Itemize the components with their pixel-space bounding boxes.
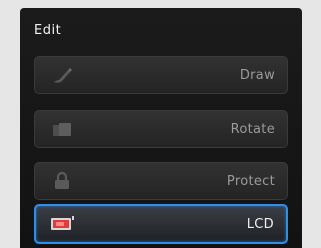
rotate-icon <box>49 118 75 140</box>
edit-menu-panel: Edit Draw Rotate Protect LCD <box>20 8 302 248</box>
draw-button[interactable]: Draw <box>34 56 288 94</box>
lcd-button[interactable]: LCD <box>34 204 288 244</box>
rotate-label: Rotate <box>230 121 275 137</box>
menu-title: Edit <box>34 23 62 38</box>
pen-icon <box>49 64 75 86</box>
rotate-button[interactable]: Rotate <box>34 110 288 148</box>
draw-label: Draw <box>239 67 275 83</box>
lcd-label: LCD <box>246 216 274 232</box>
lcd-icon <box>50 213 76 235</box>
lock-icon <box>49 170 75 192</box>
protect-label: Protect <box>226 173 275 189</box>
protect-button[interactable]: Protect <box>34 162 288 200</box>
